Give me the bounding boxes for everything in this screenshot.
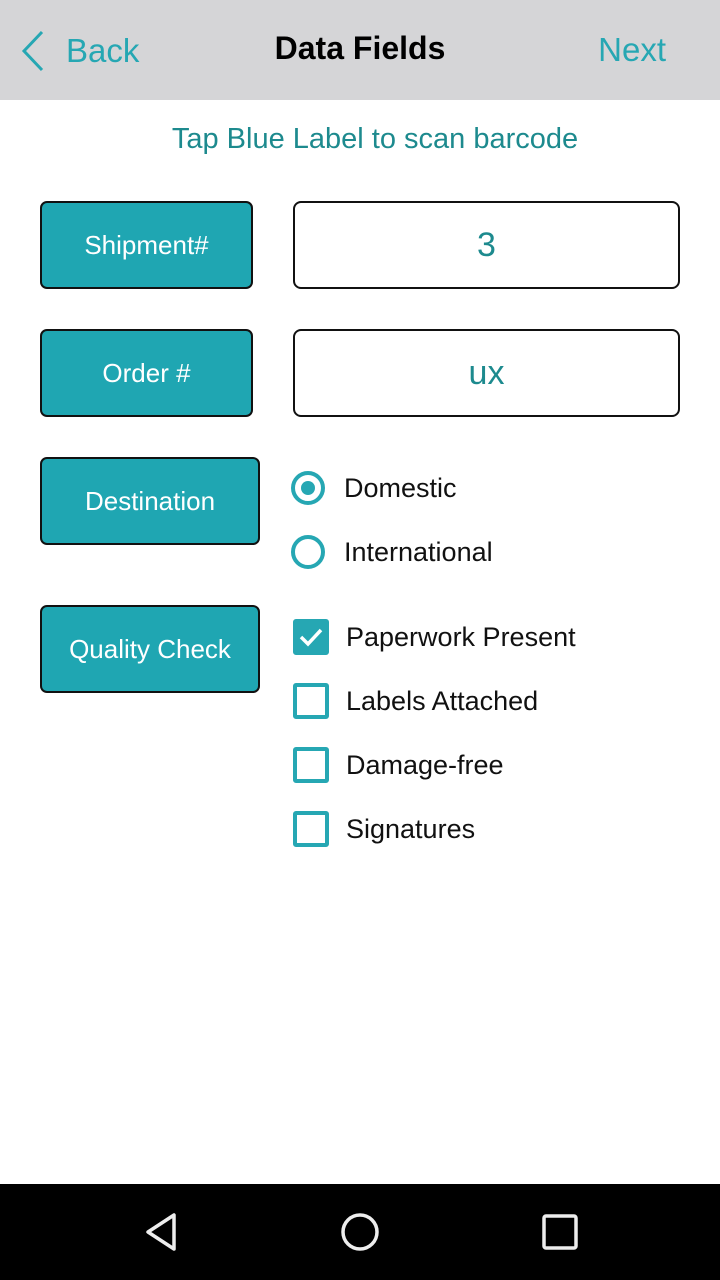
checkbox-label: Damage-free [346,749,504,780]
radio-domestic[interactable]: Domestic [291,471,457,505]
radio-label: International [344,536,493,567]
destination-scan-button[interactable]: Destination [40,457,260,545]
radio-unselected-icon [291,535,325,569]
back-button[interactable]: Back [20,28,139,74]
checkbox-labels-attached[interactable]: Labels Attached [291,683,538,719]
checkbox-label: Labels Attached [346,685,539,716]
chevron-left-icon [21,30,44,72]
checkbox-checked-icon [293,619,329,655]
checkbox-unchecked-icon [293,811,329,847]
radio-selected-icon [291,471,325,505]
checkbox-label: Signatures [346,813,476,844]
checkbox-label: Paperwork Present [346,621,576,652]
nav-home-button[interactable] [338,1210,382,1254]
checkbox-unchecked-icon [293,747,329,783]
system-nav-bar [0,1184,720,1280]
checkbox-signatures[interactable]: Signatures [291,811,475,847]
nav-back-button[interactable] [140,1210,184,1254]
checkbox-unchecked-icon [293,683,329,719]
shipment-field[interactable]: 3 [293,201,680,289]
back-triangle-icon [146,1213,176,1251]
order-scan-button[interactable]: Order # [40,329,253,417]
recents-square-icon [542,1214,578,1250]
checkbox-paperwork-present[interactable]: Paperwork Present [291,619,576,655]
home-circle-icon [341,1213,379,1251]
nav-recents-button[interactable] [538,1210,582,1254]
back-label: Back [66,32,140,69]
checkbox-damage-free[interactable]: Damage-free [291,747,504,783]
scan-hint: Tap Blue Label to scan barcode [171,123,579,155]
radio-international[interactable]: International [291,535,493,569]
order-field[interactable]: ux [293,329,680,417]
quality-check-scan-button[interactable]: Quality Check [40,605,260,693]
shipment-scan-button[interactable]: Shipment# [40,201,253,289]
next-button[interactable]: Next [598,31,666,69]
header-bar: Back Data Fields Next [0,0,720,100]
radio-label: Domestic [344,472,457,503]
checkmark-icon [299,628,323,647]
